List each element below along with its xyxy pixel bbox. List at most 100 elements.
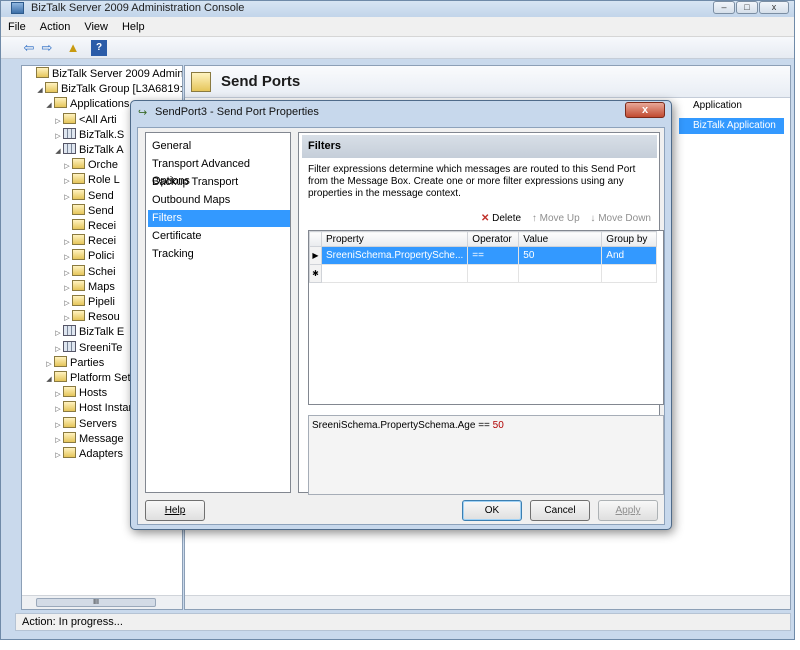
send-port-properties-dialog: ↪ SendPort3 - Send Port Properties x Gen… — [130, 100, 672, 530]
expanded-arrow-icon[interactable]: ◢ — [53, 144, 63, 159]
collapsed-arrow-icon[interactable]: ▷ — [62, 190, 72, 205]
nav-outbound-maps[interactable]: Outbound Maps — [148, 192, 290, 209]
column-header-application[interactable]: Application — [693, 100, 742, 111]
table-row[interactable]: ▶ SreeniSchema.PropertySche... == 50 And — [309, 246, 658, 265]
column-header-group-by[interactable]: Group by — [601, 231, 658, 247]
collapsed-arrow-icon[interactable]: ▷ — [53, 129, 63, 144]
column-header-value[interactable]: Value — [518, 231, 603, 247]
collapsed-arrow-icon[interactable]: ▷ — [62, 159, 72, 174]
new-cell-property[interactable] — [320, 264, 469, 283]
collapsed-arrow-icon[interactable]: ▷ — [62, 311, 72, 326]
tree-item[interactable]: ▷ SreeniTe — [53, 340, 122, 357]
close-window-button[interactable]: x — [759, 1, 789, 14]
column-header-property[interactable]: Property — [320, 231, 469, 247]
collapsed-arrow-icon[interactable]: ▷ — [53, 448, 63, 463]
minimize-button[interactable]: – — [713, 1, 735, 14]
dialog-close-button[interactable]: x — [625, 102, 665, 118]
nav-backup-transport[interactable]: Backup Transport — [148, 174, 290, 191]
collapsed-arrow-icon[interactable]: ▷ — [62, 281, 72, 296]
tree-item[interactable]: ▷ BizTalk.S — [53, 127, 124, 144]
column-header-operator[interactable]: Operator — [467, 231, 520, 247]
tree-item-label: Orche — [88, 159, 118, 172]
collapsed-arrow-icon[interactable]: ▷ — [53, 418, 63, 433]
tree-item[interactable]: ▷ Servers — [53, 416, 117, 433]
expanded-arrow-icon[interactable]: ◢ — [35, 83, 45, 98]
collapsed-arrow-icon[interactable]: ▷ — [62, 235, 72, 250]
tree-item[interactable]: BizTalk Server 2009 Administrati — [26, 67, 182, 82]
nav-tracking[interactable]: Tracking — [148, 246, 290, 263]
tree-item[interactable]: ▷ Hosts — [53, 386, 107, 401]
tree-item[interactable]: ◢ BizTalk Group [L3A6819:BizT — [35, 82, 182, 98]
cell-group-by[interactable]: And — [601, 246, 658, 265]
new-cell-value[interactable] — [518, 264, 603, 283]
dialog-title-bar[interactable]: ↪ SendPort3 - Send Port Properties x — [131, 101, 671, 123]
menu-action[interactable]: Action — [33, 17, 78, 37]
tree-item[interactable]: ▷ Orche — [62, 158, 118, 173]
menu-file[interactable]: File — [1, 17, 33, 37]
tree-item-label: Recei — [88, 235, 117, 248]
collapsed-arrow-icon[interactable]: ▷ — [62, 296, 72, 311]
nav-transport-advanced-options[interactable]: Transport Advanced Options — [148, 156, 290, 187]
tree-item[interactable]: ◢ BizTalk A — [53, 143, 124, 158]
collapsed-arrow-icon[interactable]: ▷ — [53, 326, 63, 341]
tree-item[interactable]: ▷ Host Instan — [53, 401, 135, 416]
collapsed-arrow-icon[interactable]: ▷ — [62, 266, 72, 281]
scrollbar-thumb[interactable]: III — [36, 598, 156, 607]
collapsed-arrow-icon[interactable]: ▷ — [53, 433, 63, 448]
tree-item[interactable]: ▷ Parties — [44, 355, 104, 372]
tree-item[interactable]: ▷ Resou — [62, 310, 120, 325]
collapsed-arrow-icon[interactable]: ▷ — [53, 402, 63, 417]
tree-item[interactable]: ▷ BizTalk E — [53, 325, 124, 340]
collapsed-arrow-icon[interactable]: ▷ — [62, 174, 72, 189]
list-item-application[interactable]: BizTalk Application 1 — [679, 118, 784, 147]
move-up-button[interactable]: ↑ Move Up — [532, 213, 580, 224]
expanded-arrow-icon[interactable]: ◢ — [44, 98, 54, 113]
tree-horizontal-scrollbar[interactable]: III — [22, 595, 182, 609]
collapsed-arrow-icon[interactable]: ▷ — [53, 387, 63, 402]
tree-item[interactable]: Send — [62, 203, 114, 219]
cell-operator[interactable]: == — [467, 246, 520, 265]
tree-item[interactable]: ▷ Schei — [62, 264, 116, 281]
menu-help[interactable]: Help — [115, 17, 152, 37]
collapsed-arrow-icon[interactable]: ▷ — [53, 342, 63, 357]
apply-button[interactable]: Apply — [598, 500, 658, 521]
expanded-arrow-icon[interactable]: ◢ — [44, 372, 54, 387]
tree-item[interactable]: ▷ Maps — [62, 279, 115, 296]
tree-item[interactable]: ◢ Applications — [44, 97, 129, 112]
tree-item[interactable]: ▷ Polici — [62, 249, 114, 264]
tree-item[interactable]: ▷ <All Arti — [53, 112, 117, 129]
results-horizontal-scrollbar[interactable] — [185, 595, 790, 609]
new-cell-group-by[interactable] — [601, 264, 658, 283]
tree-item[interactable]: ▷ Recei — [62, 234, 116, 249]
folder-icon — [72, 158, 85, 170]
nav-general[interactable]: General — [148, 138, 290, 155]
up-folder-icon[interactable]: ▲ — [65, 40, 81, 56]
collapsed-arrow-icon[interactable]: ▷ — [62, 250, 72, 265]
filter-expression-grid: Property Operator Value Group by ▶ Sreen… — [308, 230, 664, 405]
delete-button[interactable]: ✕ Delete — [481, 213, 521, 224]
tree-item[interactable]: ▷ Message — [53, 431, 124, 448]
back-arrow-icon[interactable]: ⇦ — [21, 40, 37, 56]
new-cell-operator[interactable] — [467, 264, 520, 283]
menu-view[interactable]: View — [77, 17, 115, 37]
tree-item[interactable]: ▷ Pipeli — [62, 295, 115, 310]
cell-property[interactable]: SreeniSchema.PropertySche... — [320, 246, 469, 265]
nav-filters[interactable]: Filters — [148, 210, 290, 227]
maximize-button[interactable]: □ — [736, 1, 758, 14]
collapsed-arrow-icon[interactable]: ▷ — [53, 114, 63, 129]
ok-button[interactable]: OK — [462, 500, 522, 521]
tree-item[interactable]: ▷ Role L — [62, 173, 120, 188]
tree-item[interactable]: ▷ Adapters — [53, 447, 123, 462]
tree-item[interactable]: ◢ Platform Setti — [44, 371, 136, 386]
new-row[interactable]: ✱ — [309, 264, 658, 283]
nav-certificate[interactable]: Certificate — [148, 228, 290, 245]
cell-value[interactable]: 50 — [518, 246, 603, 265]
help-button[interactable]: Help — [145, 500, 205, 521]
cancel-button[interactable]: Cancel — [530, 500, 590, 521]
forward-arrow-icon[interactable]: ⇨ — [39, 40, 55, 56]
tree-item[interactable]: ▷ Send — [62, 188, 114, 205]
help-icon[interactable]: ? — [91, 40, 107, 56]
tree-item[interactable]: Recei — [62, 219, 116, 234]
move-down-button[interactable]: ↓ Move Down — [590, 213, 651, 224]
collapsed-arrow-icon[interactable]: ▷ — [44, 357, 54, 372]
